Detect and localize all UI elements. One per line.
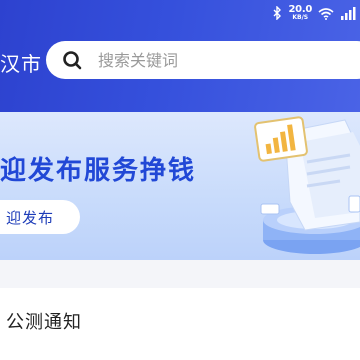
search-input[interactable]	[98, 50, 328, 70]
notice-title: 公测通知	[6, 312, 82, 333]
publish-button[interactable]: 迎发布	[0, 200, 80, 234]
city-selector[interactable]: 汉市	[0, 48, 42, 77]
header: 20.0 KB/S 汉市	[0, 0, 360, 112]
promo-banner[interactable]: 迎发布服务挣钱 迎发布	[0, 112, 360, 260]
wifi-icon	[318, 7, 334, 20]
search-bar[interactable]	[46, 41, 360, 79]
search-icon	[63, 51, 82, 70]
notice-bar[interactable]: 公测通知	[0, 288, 360, 360]
status-bar: 20.0 KB/S	[271, 4, 356, 22]
banner-title: 迎发布服务挣钱	[0, 156, 197, 186]
network-speed: 20.0 KB/S	[289, 5, 313, 21]
publish-illustration	[254, 116, 360, 254]
network-speed-unit: KB/S	[292, 14, 309, 21]
signal-icon	[341, 6, 356, 20]
bluetooth-icon	[273, 6, 281, 20]
